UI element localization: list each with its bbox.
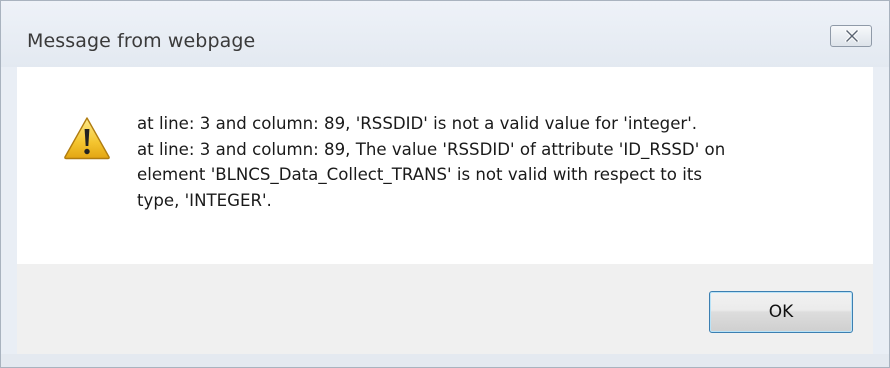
message-line: at line: 3 and column: 89, The value 'RS… — [137, 139, 726, 159]
message-line: element 'BLNCS_Data_Collect_TRANS' is no… — [137, 165, 702, 184]
close-button[interactable] — [830, 25, 872, 47]
window-bottom-border — [1, 354, 889, 367]
button-bar: OK — [17, 264, 873, 354]
message-area: at line: 3 and column: 89, 'RSSDID' is n… — [17, 67, 873, 264]
ok-button[interactable]: OK — [709, 291, 853, 333]
warning-icon — [64, 117, 110, 160]
title-bar[interactable]: Message from webpage — [1, 1, 889, 67]
message-line: at line: 3 and column: 89, 'RSSDID' is n… — [137, 114, 698, 133]
message-dialog: Message from webpage at line: 3 and colu… — [0, 0, 890, 368]
dialog-title: Message from webpage — [27, 30, 256, 52]
close-icon — [845, 30, 859, 42]
message-line: type, 'INTEGER'. — [137, 190, 272, 210]
message-text: at line: 3 and column: 89, 'RSSDID' is n… — [137, 111, 857, 213]
